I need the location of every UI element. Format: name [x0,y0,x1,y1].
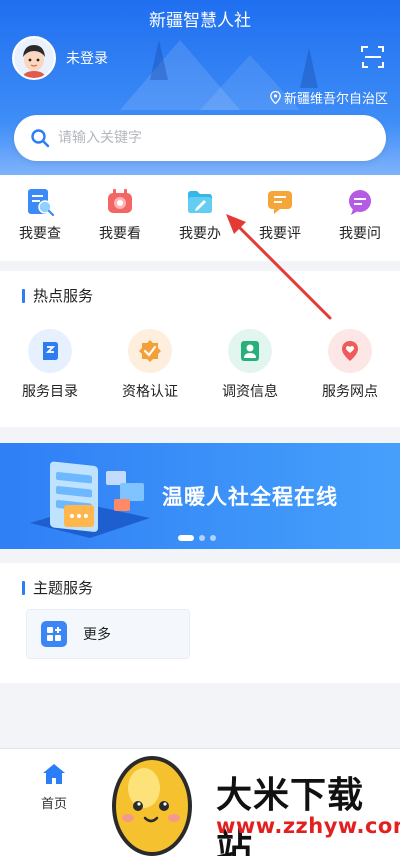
hot-service-salary-info[interactable]: 调资信息 [200,329,300,401]
hot-service-label: 服务网点 [322,384,378,400]
quick-nav-rate[interactable]: 我要评 [240,175,320,261]
catalog-icon [28,329,72,373]
section-accent-bar [22,580,25,595]
banner-dot[interactable] [199,535,205,541]
page-title: 新疆智慧人社 [149,11,251,31]
mascot-logo [112,756,192,856]
quick-nav-watch[interactable]: 我要看 [80,175,160,261]
hot-service-label: 调资信息 [222,384,278,400]
search-input[interactable] [58,130,358,146]
avatar[interactable] [12,36,56,80]
quick-nav-label: 我要问 [339,226,381,242]
header-tree-decoration [150,40,168,80]
search-icon [31,129,50,148]
hot-service-certification[interactable]: 资格认证 [100,329,200,401]
app-header: 新疆智慧人社 未登录 新疆维吾尔自治区 [0,0,400,175]
hot-service-label: 服务目录 [22,384,78,400]
section-accent-bar [22,288,25,303]
quick-nav: 我要查 我要看 我要办 我要评 我要问 [0,175,400,261]
banner-pagination [178,535,216,541]
quick-nav-label: 我要评 [259,226,301,242]
section-title: 主题服务 [22,577,93,598]
watermark: 大米下载站 www.zzhyw.com [100,748,400,856]
region-label: 新疆维吾尔自治区 [283,92,388,107]
tab-home[interactable]: 首页 [0,749,108,856]
promo-banner[interactable]: 温暖人社全程在线 [0,443,400,549]
location-heart-icon [328,329,372,373]
banner-text: 温暖人社全程在线 [162,485,338,509]
home-icon [43,764,65,784]
banner-dot[interactable] [210,535,216,541]
location-pin-icon [270,91,281,104]
section-title-text: 热点服务 [33,287,94,305]
quick-nav-query[interactable]: 我要查 [0,175,80,261]
section-title: 热点服务 [22,285,93,306]
header-tree-decoration [300,48,318,88]
section-title-text: 主题服务 [33,579,94,597]
quick-nav-ask[interactable]: 我要问 [320,175,400,261]
hot-service-outlets[interactable]: 服务网点 [300,329,400,401]
quick-nav-label: 我要看 [99,226,141,242]
badge-check-icon [128,329,172,373]
folder-pen-icon [185,187,215,217]
chat-question-icon [345,187,375,217]
more-services-button[interactable]: 更多 [26,609,190,659]
banner-illustration [30,461,150,538]
hot-services-section: 热点服务 服务目录 资格认证 调资信息 服务网点 [0,271,400,427]
quick-nav-label: 我要查 [19,226,61,242]
grid-plus-icon [41,621,67,647]
search-bar[interactable] [14,115,386,161]
user-info-icon [228,329,272,373]
watermark-brand: 大米下载站 [216,775,365,856]
more-services-label: 更多 [83,627,111,643]
quick-nav-handle[interactable]: 我要办 [160,175,240,261]
search-doc-icon [25,187,55,217]
hot-service-catalog[interactable]: 服务目录 [0,329,100,401]
scan-icon[interactable] [360,44,386,70]
quick-nav-label: 我要办 [179,226,221,242]
hot-service-label: 资格认证 [122,384,178,400]
comment-icon [265,187,295,217]
tab-home-label: 首页 [40,797,67,812]
region-selector[interactable]: 新疆维吾尔自治区 [270,88,388,107]
tv-icon [105,187,135,217]
login-status[interactable]: 未登录 [66,48,108,68]
banner-dot-active[interactable] [178,535,194,541]
theme-services-section: 主题服务 更多 [0,563,400,683]
watermark-url: www.zzhyw.com [216,814,400,838]
